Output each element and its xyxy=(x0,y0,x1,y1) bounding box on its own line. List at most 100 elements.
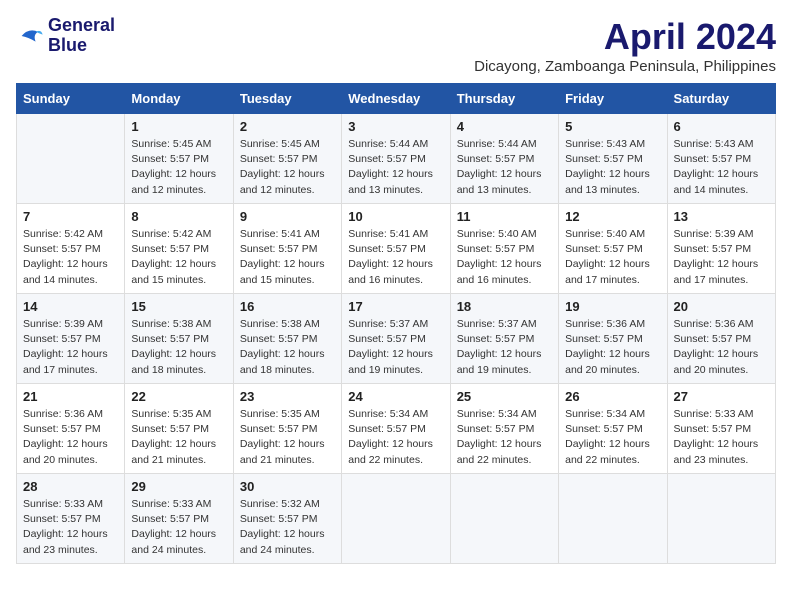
day-number: 10 xyxy=(348,209,443,224)
calendar-cell: 4 Sunrise: 5:44 AMSunset: 5:57 PMDaylight… xyxy=(450,114,558,204)
cell-info: Sunrise: 5:39 AMSunset: 5:57 PMDaylight:… xyxy=(674,227,769,288)
calendar-cell: 30Sunrise: 5:32 AMSunset: 5:57 PMDayligh… xyxy=(233,474,341,564)
day-number: 22 xyxy=(131,389,226,404)
calendar-cell: 6Sunrise: 5:43 AMSunset: 5:57 PMDaylight… xyxy=(667,114,775,204)
calendar-cell: 26 Sunrise: 5:34 AMSunset: 5:57 PMDayligh… xyxy=(559,384,667,474)
calendar-cell: 22 Sunrise: 5:35 AMSunset: 5:57 PMDayligh… xyxy=(125,384,233,474)
weekday-saturday: Saturday xyxy=(667,84,775,114)
calendar-cell: 10 Sunrise: 5:41 AMSunset: 5:57 PMDayligh… xyxy=(342,204,450,294)
cell-info: Sunrise: 5:40 AMSunset: 5:57 PMDaylight:… xyxy=(565,227,660,288)
calendar-cell xyxy=(342,474,450,564)
cell-info: Sunrise: 5:37 AMSunset: 5:57 PMDaylight:… xyxy=(457,317,552,378)
month-title: April 2024 xyxy=(474,16,776,58)
calendar-table: SundayMondayTuesdayWednesdayThursdayFrid… xyxy=(16,83,776,564)
calendar-cell: 8 Sunrise: 5:42 AMSunset: 5:57 PMDaylight… xyxy=(125,204,233,294)
calendar-cell: 16Sunrise: 5:38 AMSunset: 5:57 PMDayligh… xyxy=(233,294,341,384)
week-row-4: 21 Sunrise: 5:36 AMSunset: 5:57 PMDayligh… xyxy=(17,384,776,474)
day-number: 14 xyxy=(23,299,118,314)
day-number: 1 xyxy=(131,119,226,134)
cell-info: Sunrise: 5:32 AMSunset: 5:57 PMDaylight:… xyxy=(240,497,335,558)
week-row-1: 1 Sunrise: 5:45 AMSunset: 5:57 PMDaylight… xyxy=(17,114,776,204)
day-number: 7 xyxy=(23,209,118,224)
day-number: 17 xyxy=(348,299,443,314)
logo-text: General Blue xyxy=(48,16,115,56)
calendar-cell: 13 Sunrise: 5:39 AMSunset: 5:57 PMDayligh… xyxy=(667,204,775,294)
calendar-cell: 29 Sunrise: 5:33 AMSunset: 5:57 PMDayligh… xyxy=(125,474,233,564)
calendar-cell: 17Sunrise: 5:37 AMSunset: 5:57 PMDayligh… xyxy=(342,294,450,384)
weekday-tuesday: Tuesday xyxy=(233,84,341,114)
weekday-monday: Monday xyxy=(125,84,233,114)
day-number: 16 xyxy=(240,299,335,314)
day-number: 25 xyxy=(457,389,552,404)
calendar-cell xyxy=(17,114,125,204)
cell-info: Sunrise: 5:33 AMSunset: 5:57 PMDaylight:… xyxy=(674,407,769,468)
day-number: 21 xyxy=(23,389,118,404)
day-number: 11 xyxy=(457,209,552,224)
calendar-cell: 20Sunrise: 5:36 AMSunset: 5:57 PMDayligh… xyxy=(667,294,775,384)
day-number: 28 xyxy=(23,479,118,494)
day-number: 3 xyxy=(348,119,443,134)
calendar-cell: 2Sunrise: 5:45 AMSunset: 5:57 PMDaylight… xyxy=(233,114,341,204)
title-area: April 2024 Dicayong, Zamboanga Peninsula… xyxy=(474,16,776,75)
calendar-body: 1 Sunrise: 5:45 AMSunset: 5:57 PMDaylight… xyxy=(17,114,776,564)
cell-info: Sunrise: 5:40 AMSunset: 5:57 PMDaylight:… xyxy=(457,227,552,288)
cell-info: Sunrise: 5:44 AMSunset: 5:57 PMDaylight:… xyxy=(457,137,552,198)
calendar-cell: 27 Sunrise: 5:33 AMSunset: 5:57 PMDayligh… xyxy=(667,384,775,474)
day-number: 19 xyxy=(565,299,660,314)
calendar-cell: 24Sunrise: 5:34 AMSunset: 5:57 PMDayligh… xyxy=(342,384,450,474)
calendar-cell: 3 Sunrise: 5:44 AMSunset: 5:57 PMDaylight… xyxy=(342,114,450,204)
day-number: 9 xyxy=(240,209,335,224)
calendar-cell: 12 Sunrise: 5:40 AMSunset: 5:57 PMDayligh… xyxy=(559,204,667,294)
weekday-friday: Friday xyxy=(559,84,667,114)
logo-icon xyxy=(16,22,44,50)
week-row-5: 28 Sunrise: 5:33 AMSunset: 5:57 PMDayligh… xyxy=(17,474,776,564)
cell-info: Sunrise: 5:33 AMSunset: 5:57 PMDaylight:… xyxy=(23,497,118,558)
weekday-wednesday: Wednesday xyxy=(342,84,450,114)
cell-info: Sunrise: 5:43 AMSunset: 5:57 PMDaylight:… xyxy=(565,137,660,198)
cell-info: Sunrise: 5:39 AMSunset: 5:57 PMDaylight:… xyxy=(23,317,118,378)
cell-info: Sunrise: 5:45 AMSunset: 5:57 PMDaylight:… xyxy=(240,137,335,198)
logo: General Blue xyxy=(16,16,115,56)
cell-info: Sunrise: 5:42 AMSunset: 5:57 PMDaylight:… xyxy=(131,227,226,288)
calendar-cell: 25 Sunrise: 5:34 AMSunset: 5:57 PMDayligh… xyxy=(450,384,558,474)
week-row-2: 7 Sunrise: 5:42 AMSunset: 5:57 PMDaylight… xyxy=(17,204,776,294)
day-number: 26 xyxy=(565,389,660,404)
calendar-cell: 14 Sunrise: 5:39 AMSunset: 5:57 PMDayligh… xyxy=(17,294,125,384)
day-number: 6 xyxy=(674,119,769,134)
cell-info: Sunrise: 5:35 AMSunset: 5:57 PMDaylight:… xyxy=(131,407,226,468)
day-number: 4 xyxy=(457,119,552,134)
weekday-header-row: SundayMondayTuesdayWednesdayThursdayFrid… xyxy=(17,84,776,114)
calendar-cell: 15 Sunrise: 5:38 AMSunset: 5:57 PMDayligh… xyxy=(125,294,233,384)
day-number: 12 xyxy=(565,209,660,224)
day-number: 18 xyxy=(457,299,552,314)
cell-info: Sunrise: 5:38 AMSunset: 5:57 PMDaylight:… xyxy=(131,317,226,378)
calendar-cell: 5 Sunrise: 5:43 AMSunset: 5:57 PMDaylight… xyxy=(559,114,667,204)
day-number: 20 xyxy=(674,299,769,314)
day-number: 23 xyxy=(240,389,335,404)
weekday-thursday: Thursday xyxy=(450,84,558,114)
calendar-cell: 23 Sunrise: 5:35 AMSunset: 5:57 PMDayligh… xyxy=(233,384,341,474)
cell-info: Sunrise: 5:45 AMSunset: 5:57 PMDaylight:… xyxy=(131,137,226,198)
calendar-cell: 7 Sunrise: 5:42 AMSunset: 5:57 PMDaylight… xyxy=(17,204,125,294)
cell-info: Sunrise: 5:34 AMSunset: 5:57 PMDaylight:… xyxy=(565,407,660,468)
cell-info: Sunrise: 5:35 AMSunset: 5:57 PMDaylight:… xyxy=(240,407,335,468)
calendar-cell xyxy=(450,474,558,564)
day-number: 5 xyxy=(565,119,660,134)
cell-info: Sunrise: 5:44 AMSunset: 5:57 PMDaylight:… xyxy=(348,137,443,198)
day-number: 29 xyxy=(131,479,226,494)
cell-info: Sunrise: 5:41 AMSunset: 5:57 PMDaylight:… xyxy=(240,227,335,288)
calendar-cell: 28 Sunrise: 5:33 AMSunset: 5:57 PMDayligh… xyxy=(17,474,125,564)
cell-info: Sunrise: 5:36 AMSunset: 5:57 PMDaylight:… xyxy=(23,407,118,468)
cell-info: Sunrise: 5:42 AMSunset: 5:57 PMDaylight:… xyxy=(23,227,118,288)
day-number: 15 xyxy=(131,299,226,314)
day-number: 8 xyxy=(131,209,226,224)
day-number: 13 xyxy=(674,209,769,224)
cell-info: Sunrise: 5:33 AMSunset: 5:57 PMDaylight:… xyxy=(131,497,226,558)
calendar-cell: 21 Sunrise: 5:36 AMSunset: 5:57 PMDayligh… xyxy=(17,384,125,474)
cell-info: Sunrise: 5:36 AMSunset: 5:57 PMDaylight:… xyxy=(565,317,660,378)
day-number: 27 xyxy=(674,389,769,404)
cell-info: Sunrise: 5:34 AMSunset: 5:57 PMDaylight:… xyxy=(457,407,552,468)
calendar-cell: 11 Sunrise: 5:40 AMSunset: 5:57 PMDayligh… xyxy=(450,204,558,294)
location-title: Dicayong, Zamboanga Peninsula, Philippin… xyxy=(474,58,776,75)
cell-info: Sunrise: 5:41 AMSunset: 5:57 PMDaylight:… xyxy=(348,227,443,288)
